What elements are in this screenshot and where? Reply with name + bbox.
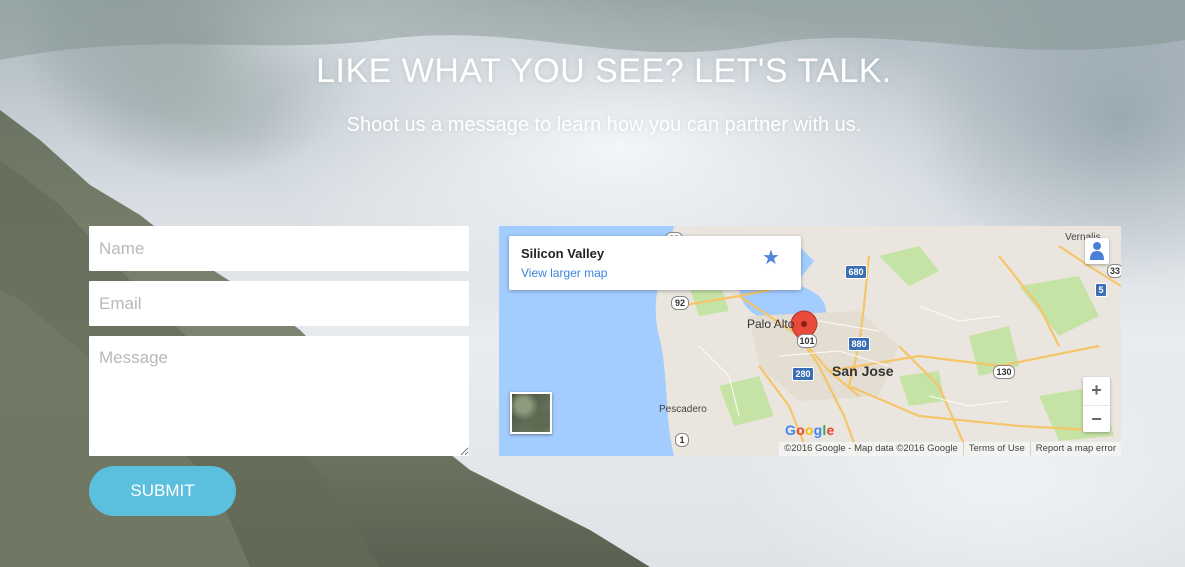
map-label-palo-alto: Palo Alto <box>747 317 795 331</box>
zoom-out-button[interactable]: − <box>1083 405 1110 433</box>
highway-680-shield: 680 <box>845 265 867 279</box>
report-map-error-link[interactable]: Report a map error <box>1029 442 1121 456</box>
message-textarea[interactable] <box>89 336 469 456</box>
highway-101-shield: 101 <box>797 334 817 348</box>
submit-button[interactable]: SUBMIT <box>89 466 236 516</box>
embedded-map[interactable]: Palo Alto San Jose Pescadero Vernalis 68… <box>499 226 1121 456</box>
star-icon[interactable]: ★ <box>762 245 780 270</box>
view-larger-map-link[interactable]: View larger map <box>521 266 607 280</box>
email-input[interactable] <box>89 281 469 326</box>
zoom-in-button[interactable]: + <box>1083 377 1110 404</box>
place-card: Silicon Valley View larger map ★ <box>509 236 801 290</box>
highway-280-shield: 280 <box>792 367 814 381</box>
name-input[interactable] <box>89 226 469 271</box>
terms-of-use-link[interactable]: Terms of Use <box>962 442 1030 456</box>
highway-92-shield: 92 <box>671 296 689 310</box>
highway-1-shield: 1 <box>675 433 689 447</box>
map-label-san-jose: San Jose <box>832 363 894 379</box>
street-view-pegman-icon[interactable] <box>1085 238 1109 264</box>
highway-130-shield: 130 <box>993 365 1015 379</box>
highway-5-shield: 5 <box>1095 283 1107 297</box>
page-title: LIKE WHAT YOU SEE? LET'S TALK. <box>316 52 892 90</box>
highway-880-shield: 880 <box>848 337 870 351</box>
map-label-pescadero: Pescadero <box>659 404 707 415</box>
highway-33-shield: 33 <box>1107 264 1121 278</box>
map-copyright: ©2016 Google - Map data ©2016 Google <box>784 443 958 454</box>
google-logo: Google <box>785 422 835 438</box>
place-title: Silicon Valley <box>521 246 605 261</box>
page-subtitle: Shoot us a message to learn how you can … <box>346 114 862 136</box>
zoom-control: + − <box>1083 377 1110 432</box>
map-attribution: ©2016 Google - Map data ©2016 Google Ter… <box>779 442 1121 456</box>
satellite-toggle-button[interactable] <box>510 392 552 434</box>
